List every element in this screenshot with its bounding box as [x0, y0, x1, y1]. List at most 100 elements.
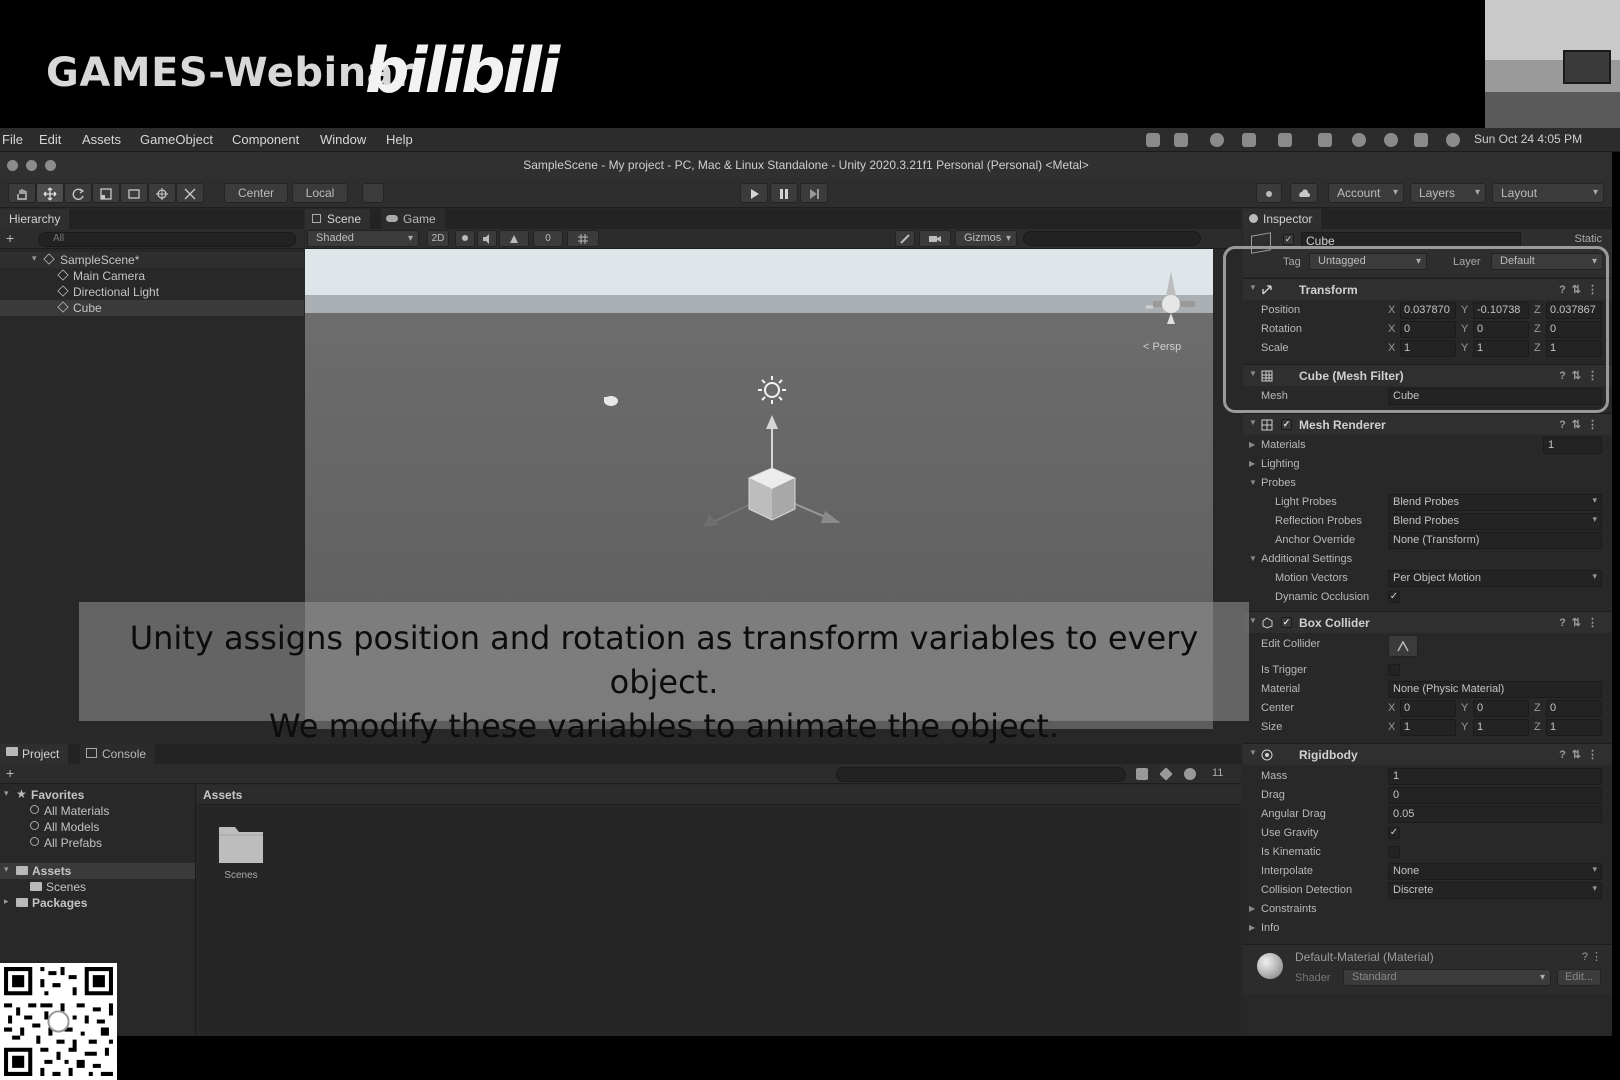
perspective-label[interactable]: < Persp: [1143, 341, 1181, 353]
wifi-icon[interactable]: [1318, 133, 1332, 147]
collision-detection-dropdown[interactable]: Discrete: [1388, 882, 1602, 899]
menu-gameobject[interactable]: GameObject: [140, 132, 213, 147]
snap-button[interactable]: [362, 183, 384, 203]
menu-help[interactable]: Help: [386, 132, 413, 147]
layout-dropdown[interactable]: Layout: [1492, 183, 1604, 203]
battery-icon[interactable]: [1278, 133, 1292, 147]
drag-field[interactable]: 0: [1388, 787, 1602, 804]
scene-effects-dropdown[interactable]: [499, 230, 529, 247]
layers-dropdown[interactable]: Layers: [1410, 183, 1486, 203]
use-gravity-checkbox[interactable]: ✓: [1388, 827, 1400, 839]
hierarchy-item-main-camera[interactable]: Main Camera: [0, 268, 304, 284]
rect-tool-button[interactable]: [120, 183, 148, 203]
favorite-item[interactable]: All Models: [0, 819, 195, 835]
tools-overlay-button[interactable]: [895, 230, 915, 247]
tab-game[interactable]: Game: [381, 209, 445, 229]
save-search-icon[interactable]: [1184, 768, 1196, 780]
tab-scene[interactable]: Scene: [305, 209, 371, 229]
menu-component[interactable]: Component: [232, 132, 299, 147]
scale-tool-button[interactable]: [92, 183, 120, 203]
transform-tool-button[interactable]: [148, 183, 176, 203]
custom-tool-button[interactable]: [176, 183, 204, 203]
scene-root-row[interactable]: ▾ SampleScene*: [0, 252, 304, 268]
favorite-item[interactable]: All Prefabs: [0, 835, 195, 851]
siri-icon[interactable]: [1446, 133, 1460, 147]
active-checkbox[interactable]: ✓: [1283, 234, 1294, 245]
lighting-row[interactable]: ▶ Lighting: [1243, 455, 1612, 474]
constraints-row[interactable]: ▶ Constraints: [1243, 900, 1612, 919]
shader-dropdown[interactable]: Standard: [1343, 969, 1551, 986]
tab-project[interactable]: Project: [0, 744, 69, 764]
menu-file[interactable]: File: [2, 132, 23, 147]
scene-search-input[interactable]: [1023, 231, 1201, 246]
mass-field[interactable]: 1: [1388, 768, 1602, 785]
is-trigger-checkbox[interactable]: [1388, 664, 1400, 676]
vpn-icon[interactable]: [1210, 133, 1224, 147]
step-button[interactable]: [800, 183, 828, 203]
assets-folder-row[interactable]: ▾ Assets: [0, 863, 195, 879]
interpolate-dropdown[interactable]: None: [1388, 863, 1602, 880]
pause-button[interactable]: [770, 183, 798, 203]
unity-status-icon[interactable]: [1146, 133, 1160, 147]
packages-folder-row[interactable]: ▸ Packages: [0, 895, 195, 911]
is-kinematic-checkbox[interactable]: [1388, 846, 1400, 858]
gizmos-dropdown[interactable]: Gizmos: [955, 230, 1017, 247]
add-object-button[interactable]: +: [6, 230, 14, 246]
menu-edit[interactable]: Edit: [39, 132, 61, 147]
center-y-field[interactable]: 0: [1473, 700, 1529, 717]
hierarchy-search-input[interactable]: All: [38, 232, 296, 247]
control-center-icon[interactable]: [1414, 133, 1428, 147]
scene-lighting-toggle[interactable]: [455, 230, 475, 247]
angular-drag-field[interactable]: 0.05: [1388, 806, 1602, 823]
play-button[interactable]: [740, 183, 768, 203]
dropbox-icon[interactable]: [1174, 133, 1188, 147]
rotate-tool-button[interactable]: [64, 183, 92, 203]
camera-settings-dropdown[interactable]: [919, 230, 951, 247]
cloud-button[interactable]: [1290, 183, 1318, 203]
edit-shader-button[interactable]: Edit...: [1557, 969, 1601, 986]
dynamic-occlusion-checkbox[interactable]: ✓: [1388, 591, 1400, 603]
menu-assets[interactable]: Assets: [82, 132, 121, 147]
size-y-field[interactable]: 1: [1473, 719, 1529, 736]
hierarchy-item-cube[interactable]: Cube: [0, 300, 304, 316]
project-search-input[interactable]: [836, 767, 1126, 782]
pivot-center-toggle[interactable]: Center: [224, 183, 288, 203]
edit-collider-button[interactable]: [1388, 635, 1418, 657]
asset-item-scenes[interactable]: Scenes: [217, 821, 265, 891]
menu-window[interactable]: Window: [320, 132, 366, 147]
scenes-folder-row[interactable]: Scenes: [0, 879, 195, 895]
mesh-renderer-enabled-checkbox[interactable]: ✓: [1281, 419, 1292, 430]
reflection-probes-dropdown[interactable]: Blend Probes: [1388, 513, 1602, 530]
search-icon[interactable]: [1384, 133, 1398, 147]
center-x-field[interactable]: 0: [1400, 700, 1456, 717]
component-tools-icon[interactable]: ?⇅⋮: [1559, 418, 1604, 431]
box-collider-enabled-checkbox[interactable]: ✓: [1281, 617, 1292, 628]
light-probes-dropdown[interactable]: Blend Probes: [1388, 494, 1602, 511]
create-asset-button[interactable]: +: [6, 765, 14, 781]
hand-tool-button[interactable]: [8, 183, 36, 203]
account-dropdown[interactable]: Account: [1328, 183, 1404, 203]
tab-inspector[interactable]: Inspector: [1243, 209, 1322, 229]
size-z-field[interactable]: 1: [1546, 719, 1602, 736]
favorite-item[interactable]: All Materials: [0, 803, 195, 819]
toggle-2d-button[interactable]: 2D: [427, 230, 449, 247]
display-icon[interactable]: [1242, 133, 1256, 147]
component-tools-icon[interactable]: ?⇅⋮: [1559, 748, 1604, 761]
collab-button[interactable]: [1256, 183, 1282, 203]
box-collider-component-header[interactable]: ▼ ✓ Box Collider ?⇅⋮: [1243, 611, 1612, 633]
rigidbody-component-header[interactable]: ▼ Rigidbody ?⇅⋮: [1243, 743, 1612, 765]
filter-type-icon[interactable]: [1136, 768, 1148, 780]
hierarchy-item-directional-light[interactable]: Directional Light: [0, 284, 304, 300]
component-tools-icon[interactable]: ? ⋮: [1582, 950, 1602, 963]
info-row[interactable]: ▶ Info: [1243, 919, 1612, 938]
motion-vectors-dropdown[interactable]: Per Object Motion: [1388, 570, 1602, 587]
static-toggle[interactable]: Static: [1574, 233, 1602, 245]
pivot-space-toggle[interactable]: Local: [292, 183, 348, 203]
draw-mode-dropdown[interactable]: Shaded: [307, 230, 419, 247]
filter-label-icon[interactable]: [1159, 767, 1173, 781]
breadcrumb-assets[interactable]: Assets: [203, 788, 242, 802]
center-z-field[interactable]: 0: [1546, 700, 1602, 717]
size-x-field[interactable]: 1: [1400, 719, 1456, 736]
hidden-packages-toggle[interactable]: 11: [1212, 767, 1223, 779]
mesh-renderer-component-header[interactable]: ▼ ✓ Mesh Renderer ?⇅⋮: [1243, 413, 1612, 435]
